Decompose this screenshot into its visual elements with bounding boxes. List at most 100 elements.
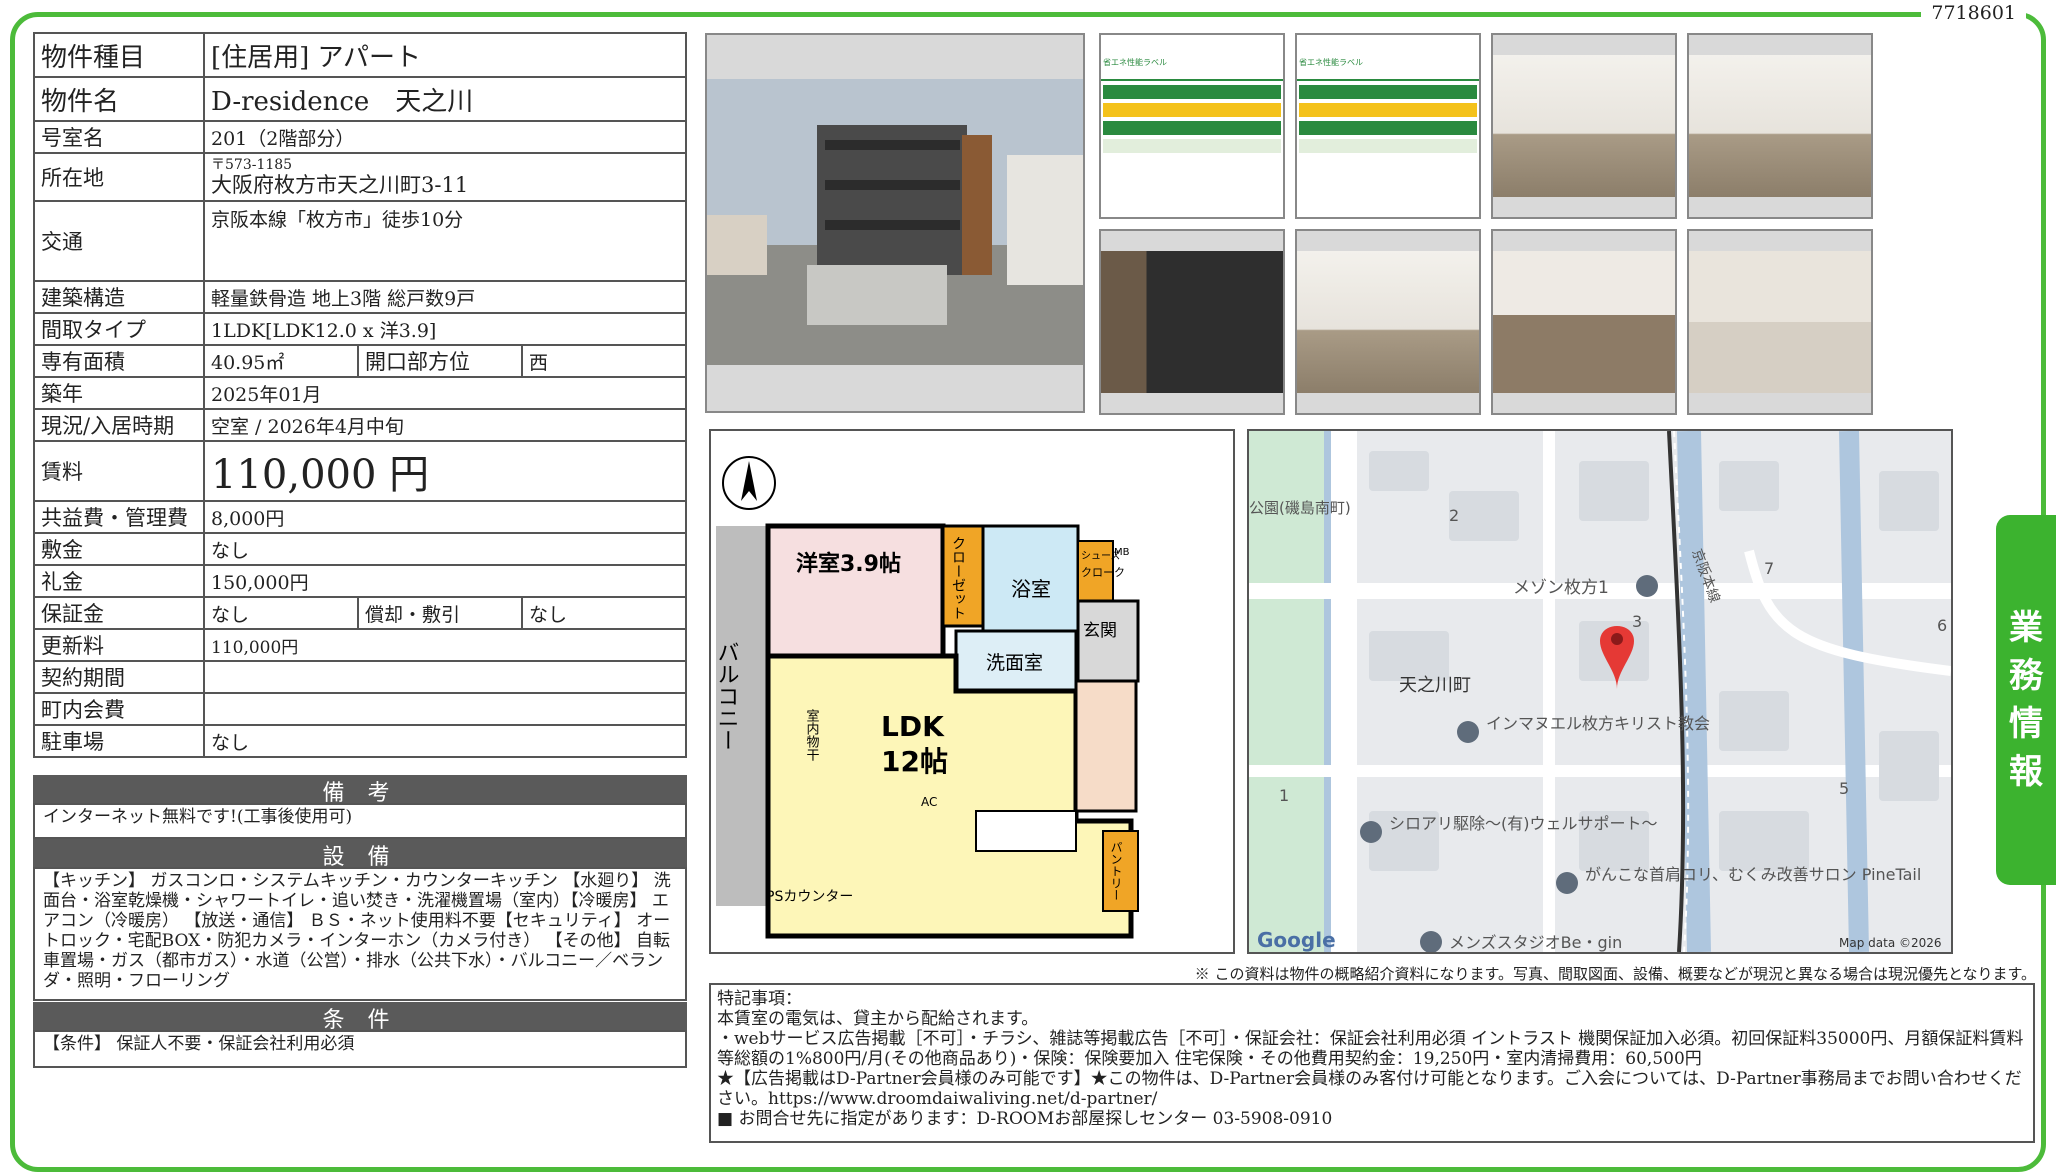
ps-counter-label: PSカウンター bbox=[766, 889, 853, 905]
structure-value: 軽量鉄骨造 地上3階 総戸数9戸 bbox=[203, 280, 687, 314]
town-fee-label: 町内会費 bbox=[33, 692, 205, 726]
fee-label: 共益費・管理費 bbox=[33, 500, 205, 534]
entry-lock-photo[interactable] bbox=[1099, 229, 1285, 415]
deposit-label: 敷金 bbox=[33, 532, 205, 566]
name-label: 物件名 bbox=[33, 76, 205, 122]
energy-label-photo-2[interactable]: 省エネ性能ラベル bbox=[1295, 33, 1481, 219]
map-shop3-label: メンズスタジオBe・gin bbox=[1449, 933, 1622, 952]
map-block-7: 7 bbox=[1764, 559, 1774, 578]
built-value: 2025年01月 bbox=[203, 376, 687, 410]
guarantee-label: 保証金 bbox=[33, 596, 205, 630]
equipment-header: 設 備 bbox=[33, 839, 687, 870]
disclaimer: ※ この資料は物件の概略紹介資料になります。写真、間取図面、設備、概要などが現況… bbox=[1194, 965, 2036, 983]
facing-value: 西 bbox=[521, 344, 687, 378]
side-tab-char: 務 bbox=[2009, 656, 2043, 696]
status-label: 現況/入居時期 bbox=[33, 408, 205, 442]
ac-label: AC bbox=[921, 795, 937, 809]
bathroom-photo[interactable] bbox=[1687, 229, 1873, 415]
renewal-value: 110,000円 bbox=[203, 628, 687, 662]
map-shop2-label: がんこな首肩コリ、むくみ改善サロン PineTail bbox=[1585, 865, 1921, 884]
map-credit: Map data ©2026 bbox=[1839, 936, 1942, 950]
transit-value: 京阪本線「枚方市」徒歩10分 bbox=[203, 200, 687, 282]
room-photo-2[interactable] bbox=[1687, 33, 1873, 219]
parking-value: なし bbox=[203, 724, 687, 758]
map-park-label: 公園(磯島南町) bbox=[1249, 499, 1351, 517]
facing-label: 開口部方位 bbox=[357, 344, 523, 378]
washroom-label: 洗面室 bbox=[986, 652, 1043, 674]
location-map[interactable]: 公園(磯島南町) メゾン枚方1 天之川町 インマヌエル枚方キリスト教会 シロアリ… bbox=[1247, 429, 1953, 954]
rent-label: 賃料 bbox=[33, 440, 205, 502]
map-mansion-label: メゾン枚方1 bbox=[1513, 578, 1609, 598]
cloak-label: クローク bbox=[1081, 566, 1125, 579]
energy-label-title: 省エネ性能ラベル bbox=[1101, 55, 1283, 81]
floor-plan-drawing: 洋室3.9帖 浴室 洗面室 玄関 シューズ クローク MB LDK 12帖 AC… bbox=[714, 456, 1140, 939]
pantry-label: パントリー bbox=[1109, 841, 1123, 901]
map-block-6: 6 bbox=[1937, 616, 1947, 635]
laundry-label: 室内物干 bbox=[804, 708, 820, 761]
remarks-header: 備 考 bbox=[33, 775, 687, 806]
notes-heading: 特記事項： bbox=[717, 989, 802, 1009]
map-block-1: 1 bbox=[1279, 786, 1289, 805]
key-money-label: 礼金 bbox=[33, 564, 205, 598]
notes-line-1: 本賃室の電気は、貸主から配給されます。 bbox=[717, 1009, 1039, 1029]
entrance-label: 玄関 bbox=[1083, 621, 1117, 641]
name-value: D-residence 天之川 bbox=[203, 76, 687, 122]
energy-label-title: 省エネ性能ラベル bbox=[1297, 55, 1479, 81]
balcony-label: バルコニー bbox=[714, 641, 739, 751]
map-block-2: 2 bbox=[1449, 506, 1459, 525]
key-money-value: 150,000円 bbox=[203, 564, 687, 598]
conditions-header: 条 件 bbox=[33, 1002, 687, 1033]
business-info-tab[interactable]: 業 務 情 報 bbox=[1996, 515, 2056, 885]
built-label: 築年 bbox=[33, 376, 205, 410]
floor-plan[interactable]: 洋室3.9帖 浴室 洗面室 玄関 シューズ クローク MB LDK 12帖 AC… bbox=[709, 429, 1235, 954]
mb-label: MB bbox=[1114, 547, 1130, 558]
address-label: 所在地 bbox=[33, 152, 205, 202]
status-value: 空室 / 2026年4月中旬 bbox=[203, 408, 687, 442]
parking-label: 駐車場 bbox=[33, 724, 205, 758]
building-exterior-image bbox=[707, 79, 1083, 365]
area-label: 専有面積 bbox=[33, 344, 205, 378]
layout-value: 1LDK[LDK12.0 x 洋3.9] bbox=[203, 312, 687, 346]
room-label: 号室名 bbox=[33, 120, 205, 154]
map-canvas: 公園(磯島南町) メゾン枚方1 天之川町 インマヌエル枚方キリスト教会 シロアリ… bbox=[1249, 431, 1951, 952]
ldk-size-label: 12帖 bbox=[881, 745, 948, 778]
map-shop1-label: シロアリ駆除〜(有)ウェルサポート〜 bbox=[1389, 814, 1658, 833]
special-notes: 特記事項： 本賃室の電気は、貸主から配給されます。 ・webサービス広告掲載［不… bbox=[709, 983, 2035, 1143]
notes-line-4: ■ お問合せ先に指定があります：D-ROOMお部屋探しセンター 03-5908-… bbox=[717, 1109, 1333, 1129]
remarks-text: インターネット無料です!(工事後使用可) bbox=[33, 803, 687, 839]
type-value: [住居用] アパート bbox=[203, 32, 687, 78]
address-value: 大阪府枚方市天之川町3-11 bbox=[211, 172, 469, 197]
room-photo-1[interactable] bbox=[1491, 33, 1677, 219]
contract-value bbox=[203, 660, 687, 694]
energy-label-photo-1[interactable]: 省エネ性能ラベル bbox=[1099, 33, 1285, 219]
equipment-text: 【キッチン】 ガスコンロ・システムキッチン・カウンターキッチン 【水廻り】 洗面… bbox=[33, 867, 687, 1001]
google-logo: Google bbox=[1257, 928, 1336, 952]
notes-line-3: ★【広告掲載はD-Partner会員様のみ可能です】★この物件は、D-Partn… bbox=[717, 1069, 2022, 1109]
map-block-3: 3 bbox=[1632, 612, 1642, 631]
kitchen-photo[interactable] bbox=[1491, 229, 1677, 415]
layout-label: 間取タイプ bbox=[33, 312, 205, 346]
area-value: 40.95㎡ bbox=[203, 344, 359, 378]
western-room-label: 洋室3.9帖 bbox=[796, 551, 901, 577]
amortization-value: なし bbox=[521, 596, 687, 630]
side-tab-char: 業 bbox=[2009, 608, 2043, 648]
guarantee-value: なし bbox=[203, 596, 359, 630]
contract-label: 契約期間 bbox=[33, 660, 205, 694]
ldk-label: LDK bbox=[881, 710, 945, 743]
transit-label: 交通 bbox=[33, 200, 205, 282]
side-tab-char: 情 bbox=[2009, 704, 2043, 744]
building-exterior-photo[interactable] bbox=[705, 33, 1085, 413]
side-tab-char: 報 bbox=[2009, 752, 2043, 792]
renewal-label: 更新料 bbox=[33, 628, 205, 662]
notes-line-2: ・webサービス広告掲載［不可］・チラシ、雑誌等掲載広告［不可］・保証会社：保証… bbox=[717, 1029, 2024, 1069]
fee-value: 8,000円 bbox=[203, 500, 687, 534]
room-value: 201（2階部分） bbox=[203, 120, 687, 154]
property-spec-table: 物件種目 [住居用] アパート 物件名 D-residence 天之川 号室名 201… bbox=[33, 32, 687, 758]
map-block-5: 5 bbox=[1839, 779, 1849, 798]
amortization-label: 償却・敷引 bbox=[357, 596, 523, 630]
room-photo-3[interactable] bbox=[1295, 229, 1481, 415]
rent-value: 110,000 円 bbox=[203, 440, 687, 502]
zip-code: 〒573-1185 bbox=[211, 156, 293, 173]
closet-label: クローゼット bbox=[950, 536, 966, 620]
type-label: 物件種目 bbox=[33, 32, 205, 78]
